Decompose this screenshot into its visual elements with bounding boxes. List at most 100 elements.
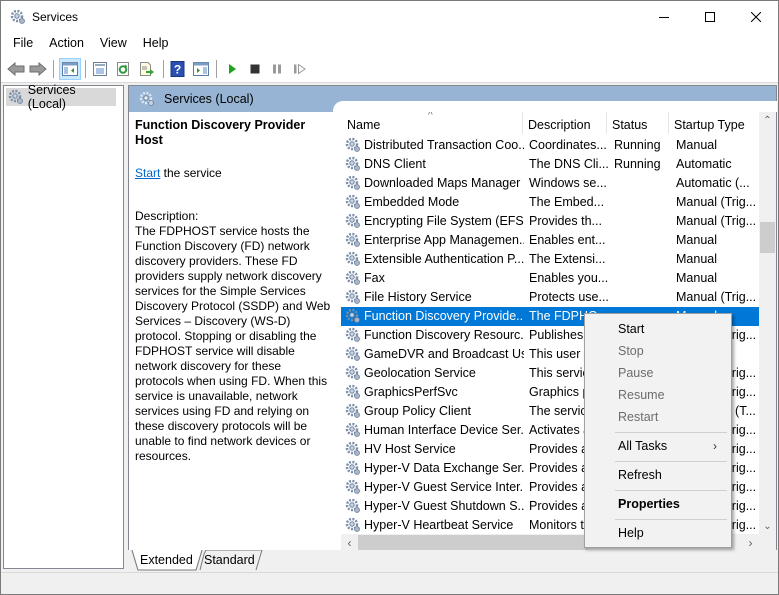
console-tree: Services (Local) (3, 83, 124, 569)
properties-icon (93, 62, 107, 76)
menu-action[interactable]: Action (41, 32, 92, 54)
table-row[interactable]: Extensible Authentication P... The Extens… (341, 250, 759, 269)
close-button[interactable] (733, 1, 779, 32)
service-description-cell: Enables you... (529, 271, 609, 285)
service-name: Group Policy Client (364, 404, 471, 418)
refresh-icon (117, 62, 129, 76)
refresh-button[interactable] (112, 58, 134, 80)
toolbar-separator (163, 60, 164, 78)
context-menu-refresh[interactable]: Refresh (618, 468, 662, 482)
scrollbar-corner (759, 534, 776, 551)
pause-service-button[interactable] (266, 58, 288, 80)
export-list-button[interactable] (135, 58, 157, 80)
table-row[interactable]: Enterprise App Managemen... Enables ent..… (341, 231, 759, 250)
service-startup-type: Manual (676, 271, 717, 285)
service-startup-type: Manual (676, 252, 717, 266)
service-name: Function Discovery Provide... (364, 309, 524, 323)
context-menu-properties[interactable]: Properties (618, 497, 680, 511)
context-menu-pause: Pause (618, 366, 654, 380)
service-gear-icon (345, 213, 361, 229)
column-header-status[interactable]: Status (606, 118, 668, 136)
service-name: Hyper-V Guest Service Inter... (364, 480, 524, 494)
services-gear-icon (139, 91, 154, 106)
table-row[interactable]: Embedded Mode The Embed... Manual (Trig... (341, 193, 759, 212)
help-button[interactable]: ? (167, 58, 189, 80)
help-icon: ? (170, 61, 185, 77)
stop-icon (250, 64, 260, 74)
service-name: Enterprise App Managemen... (364, 233, 524, 247)
resume-service-button[interactable] (289, 58, 311, 80)
show-hide-action-pane-button[interactable] (190, 58, 212, 80)
context-menu-separator (615, 461, 727, 462)
maximize-button[interactable] (687, 1, 733, 32)
context-menu-help[interactable]: Help (618, 526, 644, 540)
column-header-startup-type[interactable]: Startup Type (668, 118, 758, 136)
service-startup-type: Manual (676, 233, 717, 247)
tab-standard[interactable]: Standard (200, 550, 262, 570)
pause-icon (273, 64, 281, 74)
service-name: GameDVR and Broadcast Us... (364, 347, 524, 361)
table-row[interactable]: Encrypting File System (EFS) Provides th.… (341, 212, 759, 231)
minimize-icon (659, 16, 669, 18)
service-name: Hyper-V Data Exchange Ser... (364, 461, 524, 475)
context-menu-separator (615, 519, 727, 520)
service-detail-panel: Function Discovery Provider Host Start t… (135, 118, 331, 464)
service-startup-type: Automatic (676, 157, 732, 171)
start-service-link[interactable]: Start (135, 166, 160, 180)
toolbar-separator (85, 60, 86, 78)
show-hide-console-tree-button[interactable] (59, 58, 81, 80)
services-window: Services File Action View Help ? Service… (0, 0, 779, 595)
start-service-button[interactable] (221, 58, 243, 80)
context-menu-separator (615, 490, 727, 491)
service-gear-icon (345, 308, 361, 324)
tab-extended[interactable]: Extended (132, 550, 200, 570)
context-menu: Start Stop Pause Resume Restart All Task… (584, 313, 732, 548)
scroll-left-icon[interactable]: ‹ (341, 534, 358, 551)
service-name: Hyper-V Heartbeat Service (364, 518, 514, 532)
vertical-scrollbar[interactable]: ⌃ ⌄ (759, 112, 776, 535)
stop-service-button[interactable] (244, 58, 266, 80)
context-menu-start[interactable]: Start (618, 322, 644, 336)
close-icon (751, 11, 761, 22)
service-name: File History Service (364, 290, 472, 304)
vertical-scroll-thumb[interactable] (760, 222, 775, 253)
context-menu-restart: Restart (618, 410, 659, 424)
horizontal-scroll-thumb[interactable] (358, 535, 588, 550)
menu-file[interactable]: File (5, 32, 41, 54)
context-menu-all-tasks[interactable]: All Tasks (618, 439, 667, 453)
service-gear-icon (345, 194, 361, 210)
scroll-down-icon[interactable]: ⌄ (759, 518, 776, 535)
menu-view[interactable]: View (92, 32, 135, 54)
pane-header-curve (333, 101, 777, 112)
service-status: Running (614, 138, 661, 152)
service-name: Hyper-V Guest Shutdown S... (364, 499, 524, 513)
service-description-cell: Protects use... (529, 290, 609, 304)
view-tabs: Extended Standard (128, 550, 777, 572)
table-row[interactable]: File History Service Protects use... Manua… (341, 288, 759, 307)
start-service-suffix: the service (160, 166, 222, 180)
properties-button[interactable] (89, 58, 111, 80)
column-header-name[interactable]: Name (341, 118, 516, 136)
menu-help[interactable]: Help (135, 32, 177, 54)
minimize-button[interactable] (641, 1, 687, 32)
service-gear-icon (345, 289, 361, 305)
table-row[interactable]: Downloaded Maps Manager Windows se... Auto… (341, 174, 759, 193)
table-row[interactable]: Distributed Transaction Coo... Coordinate… (341, 136, 759, 155)
service-startup-type: Automatic (... (676, 176, 750, 190)
scroll-right-icon[interactable]: › (742, 534, 759, 551)
svg-text:?: ? (174, 63, 181, 77)
start-service-line: Start the service (135, 166, 331, 181)
column-header-description[interactable]: Description (522, 118, 607, 136)
back-button[interactable] (5, 58, 27, 80)
service-description-cell: Windows se... (529, 176, 607, 190)
service-description: The FDPHOST service hosts the Function D… (135, 224, 331, 463)
table-header: ^ Name Description Status Startup Type (341, 112, 759, 138)
service-gear-icon (345, 479, 361, 495)
forward-button[interactable] (27, 58, 49, 80)
table-row[interactable]: Fax Enables you... Manual (341, 269, 759, 288)
service-description-cell: The Extensi... (529, 252, 606, 266)
tree-item-services-local[interactable]: Services (Local) (6, 83, 116, 111)
scroll-up-icon[interactable]: ⌃ (759, 112, 776, 129)
table-row[interactable]: DNS Client The DNS Cli... Running Automatic (341, 155, 759, 174)
services-gear-icon (8, 89, 23, 104)
